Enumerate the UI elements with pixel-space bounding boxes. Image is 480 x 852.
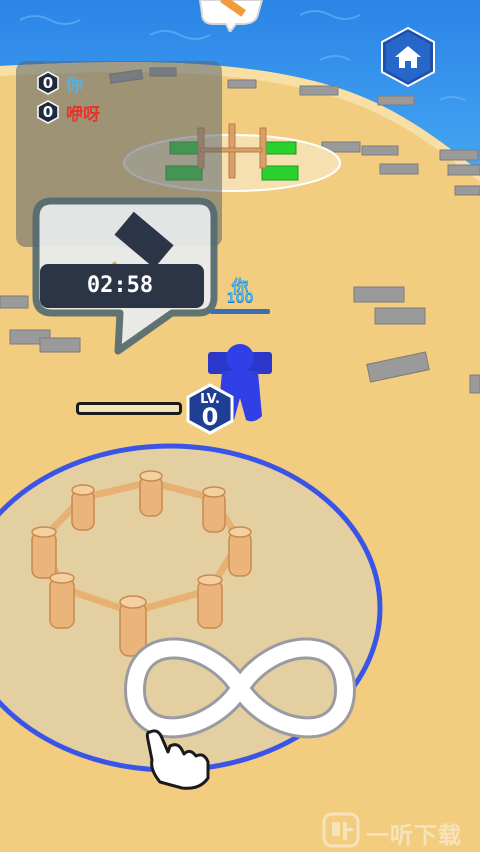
score-badge: 0 <box>36 100 60 124</box>
level-value: 0 <box>201 403 219 431</box>
hp-bar <box>210 309 270 314</box>
score-badge: 0 <box>36 71 60 95</box>
level-progress-bar <box>76 402 182 415</box>
score-value: 0 <box>42 74 54 92</box>
player-name: 咿呀 <box>66 104 100 125</box>
pickaxe-bubble-icon <box>198 0 264 32</box>
score-row: 0 咿呀 <box>36 99 100 125</box>
player-name: 你 <box>66 75 83 96</box>
player-hp-label: 100 <box>226 291 254 306</box>
watermark-text: 一听下载 <box>366 823 462 849</box>
player-tag: 你 100 <box>208 272 272 316</box>
timer-text: 02:58 <box>86 273 154 298</box>
watermark: 一听下载 <box>322 812 477 849</box>
score-row: 0 你 <box>36 70 83 96</box>
level-badge: LV. 0 <box>184 383 236 435</box>
score-value: 0 <box>42 103 54 121</box>
home-button[interactable] <box>380 26 436 88</box>
watermark-logo-icon <box>322 812 360 848</box>
